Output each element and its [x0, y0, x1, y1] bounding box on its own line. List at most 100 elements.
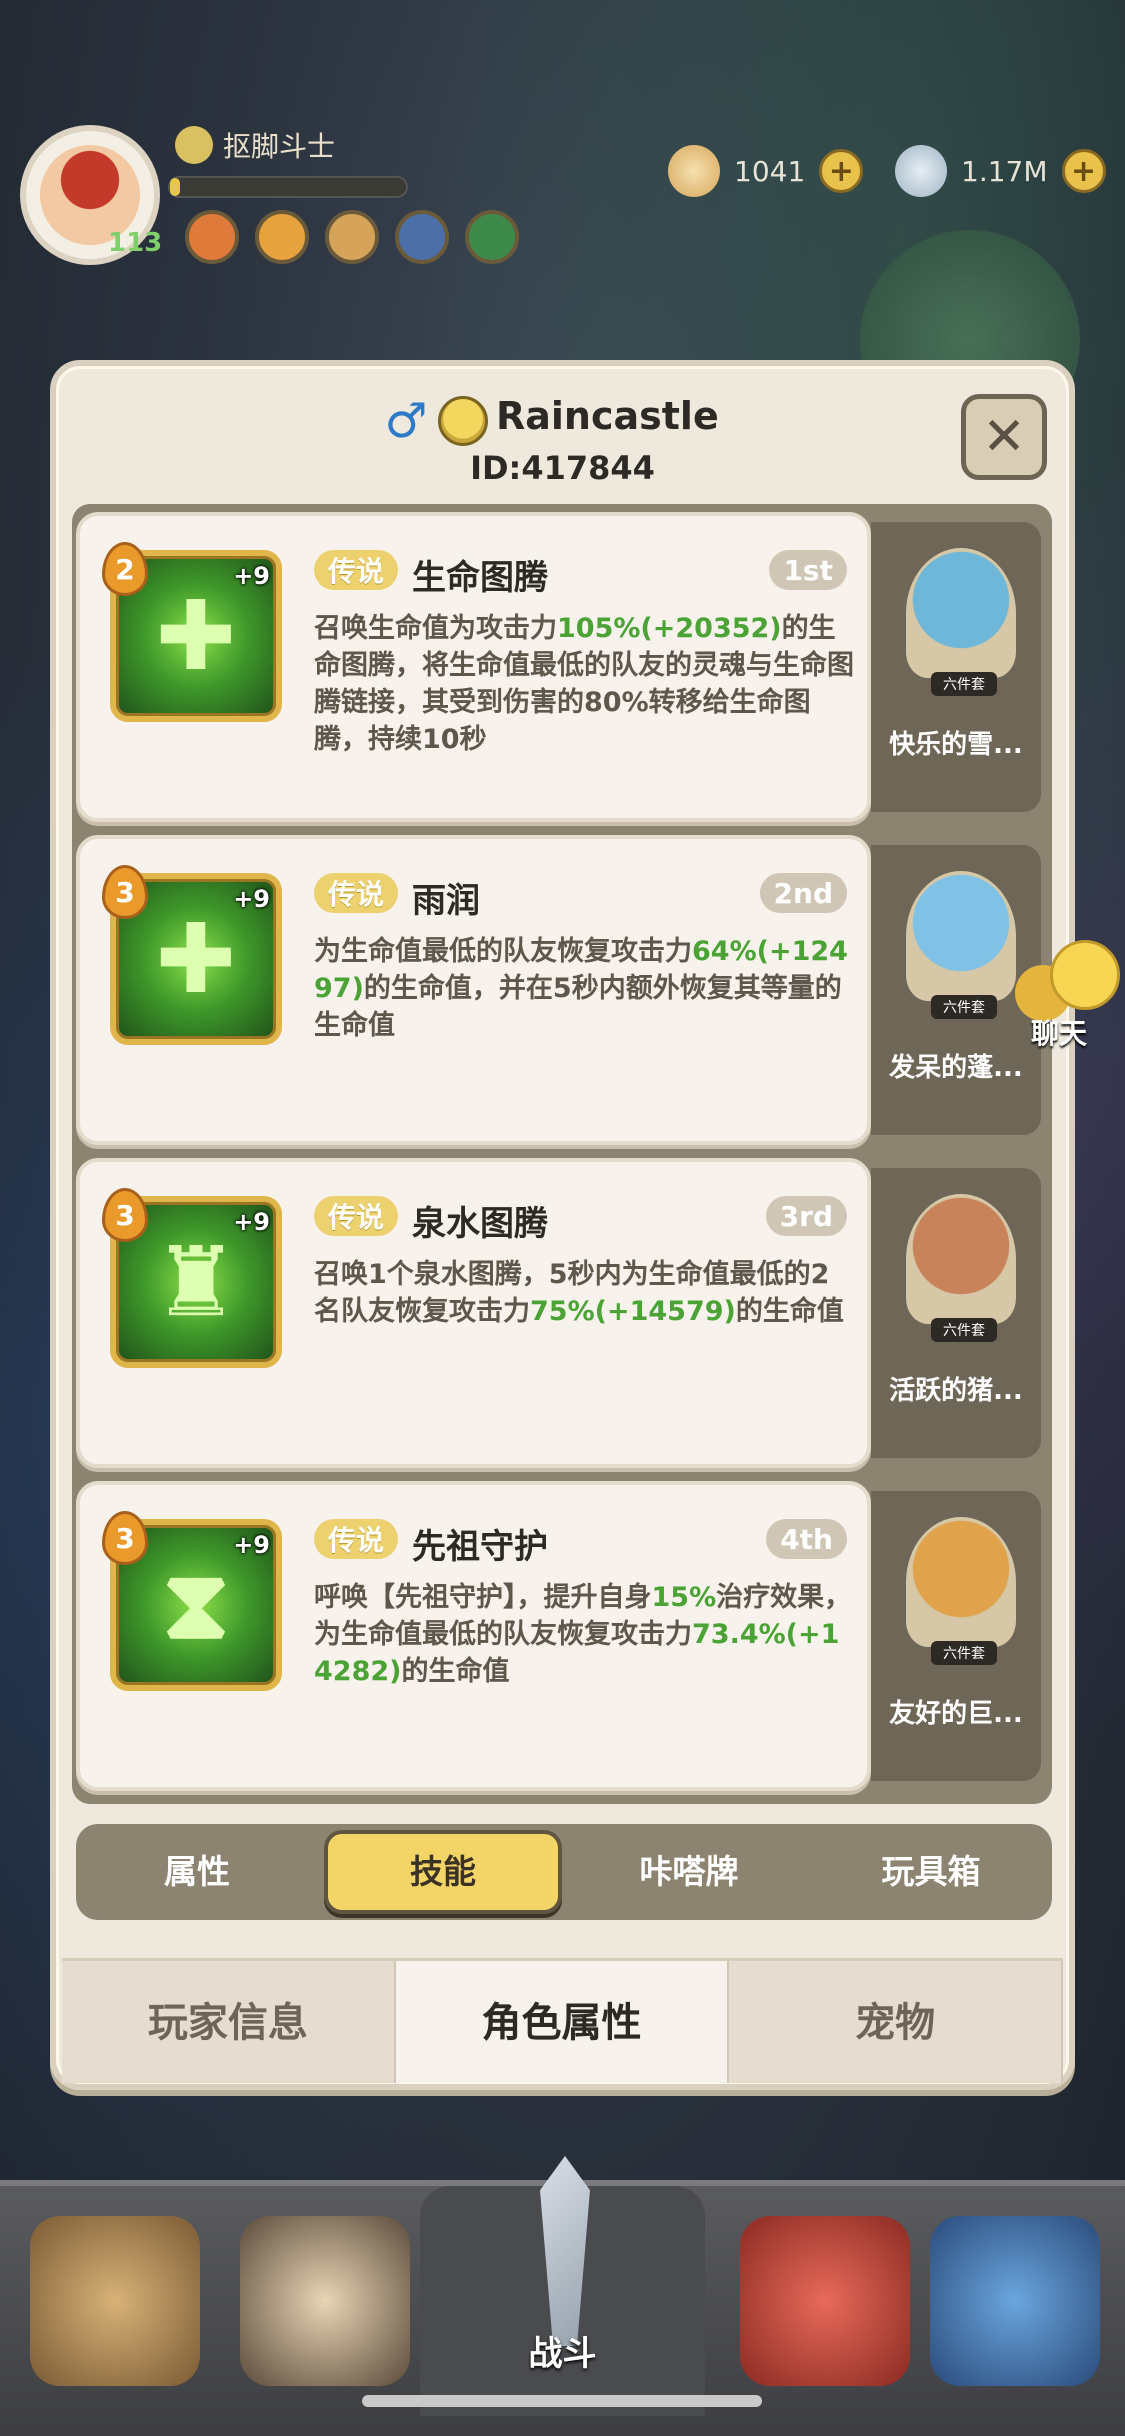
pet-name: 活跃的猪... — [889, 1376, 1023, 1406]
skill-description: 为生命值最低的队友恢复攻击力64%(+12497)的生命值，并在5秒内额外恢复其… — [314, 933, 854, 1044]
player-title-emoji-icon — [438, 396, 488, 446]
skill-name: 雨润 — [412, 881, 480, 921]
shell-currency-icon — [668, 145, 720, 197]
panel-header: ♂ Raincastle ID:417844 ✕ — [56, 366, 1069, 496]
male-gender-icon: ♂ — [384, 393, 428, 449]
buff-badge-icon[interactable] — [185, 210, 239, 264]
currency-shell: 1041 + — [668, 145, 864, 197]
nav-hero-icon[interactable] — [240, 2216, 410, 2386]
currency-shell-value: 1041 — [734, 154, 806, 188]
skill-row[interactable]: ⧗ 3 +9 传说 先祖守护 4th 呼唤【先祖守护】，提升自身15%治疗效果，… — [76, 1481, 1046, 1791]
main-tab-bar: 玩家信息 角色属性 宠物 — [62, 1958, 1064, 2083]
main-tab[interactable]: 宠物 — [729, 1961, 1064, 2083]
nav-shop-icon[interactable] — [930, 2216, 1100, 2386]
ancestor-guard-icon[interactable]: ⧗ 3 +9 — [102, 1511, 282, 1691]
chat-face-icon — [1050, 940, 1120, 1010]
pet-card[interactable]: 六件套 活跃的猪... — [871, 1168, 1041, 1458]
home-indicator[interactable] — [362, 2395, 762, 2407]
pet-name: 发呆的蓬... — [889, 1053, 1023, 1083]
nav-pet-icon[interactable] — [740, 2216, 910, 2386]
skill-description: 召唤1个泉水图腾，5秒内为生命值最低的2名队友恢复攻击力75%(+14579)的… — [314, 1256, 854, 1330]
player-level: 113 — [108, 228, 163, 258]
nav-battle-label: 战斗 — [528, 2334, 597, 2374]
skill-name: 先祖守护 — [412, 1527, 548, 1567]
hud-username: 抠脚斗士 — [223, 130, 336, 163]
skill-name: 生命图腾 — [412, 558, 548, 598]
fountain-totem-icon[interactable]: ♜ 3 +9 — [102, 1188, 282, 1368]
skill-desc-value: 75%(+14579) — [530, 1296, 736, 1327]
skill-card[interactable]: ⧗ 3 +9 传说 先祖守护 4th 呼唤【先祖守护】，提升自身15%治疗效果，… — [76, 1481, 871, 1791]
pet-name: 友好的巨... — [889, 1699, 1023, 1729]
rarity-badge: 传说 — [314, 550, 399, 590]
skill-enhance-level: +9 — [233, 1208, 270, 1236]
skill-description: 呼唤【先祖守护】，提升自身15%治疗效果，为生命值最低的队友恢复攻击力73.4%… — [314, 1579, 854, 1690]
pet-card[interactable]: 六件套 快乐的雪... — [871, 522, 1041, 812]
skill-row[interactable]: ♜ 3 +9 传说 泉水图腾 3rd 召唤1个泉水图腾，5秒内为生命值最低的2名… — [76, 1158, 1046, 1468]
rarity-badge: 传说 — [314, 873, 399, 913]
nav-character-icon[interactable] — [30, 2216, 200, 2386]
skill-rank-tag: 2nd — [759, 873, 847, 913]
skill-enhance-level: +9 — [233, 1531, 270, 1559]
pet-figure-icon — [906, 1194, 1016, 1324]
skill-desc-text: 的生命值 — [401, 1656, 510, 1687]
main-tab[interactable]: 玩家信息 — [62, 1961, 396, 2083]
skill-card[interactable]: ✚ 3 +9 传说 雨润 2nd 为生命值最低的队友恢复攻击力64%(+1249… — [76, 835, 871, 1145]
sub-tab[interactable]: 属性 — [82, 1830, 312, 1914]
buff-badges — [185, 210, 519, 264]
pet-figure-icon — [906, 871, 1016, 1001]
buff-badge-icon[interactable] — [325, 210, 379, 264]
skill-list[interactable]: ✚ 2 +9 传说 生命图腾 1st 召唤生命值为攻击力105%(+20352)… — [72, 504, 1052, 1804]
skill-level-badge: 3 — [102, 1511, 148, 1565]
buff-badge-icon[interactable] — [255, 210, 309, 264]
player-name: Raincastle — [496, 394, 719, 438]
nav-battle-button[interactable]: 战斗 — [420, 2156, 705, 2416]
sub-tab-bar: 属性 技能 咔嗒牌 玩具箱 — [76, 1824, 1052, 1920]
pet-card[interactable]: 六件套 友好的巨... — [871, 1491, 1041, 1781]
rarity-badge: 传说 — [314, 1196, 399, 1236]
skill-desc-text: 的生命值 — [735, 1296, 844, 1327]
skill-desc-text: 召唤生命值为攻击力 — [314, 613, 557, 644]
skill-enhance-level: +9 — [233, 885, 270, 913]
heal-cross-icon[interactable]: ✚ 3 +9 — [102, 865, 282, 1045]
main-tab[interactable]: 角色属性 — [395, 1961, 730, 2083]
sub-tab[interactable]: 咔嗒牌 — [574, 1830, 804, 1914]
chat-button[interactable]: 聊天 — [1015, 940, 1125, 1050]
close-button[interactable]: ✕ — [961, 394, 1047, 480]
exp-bar — [168, 176, 408, 198]
pet-figure-icon — [906, 1517, 1016, 1647]
plus-totem-icon[interactable]: ✚ 2 +9 — [102, 542, 282, 722]
sub-tab[interactable]: 技能 — [324, 1830, 562, 1914]
pet-set-tag: 六件套 — [931, 1318, 997, 1342]
skill-card[interactable]: ✚ 2 +9 传说 生命图腾 1st 召唤生命值为攻击力105%(+20352)… — [76, 512, 871, 822]
skill-desc-text: 的生命值，并在5秒内额外恢复其等量的生命值 — [314, 973, 842, 1041]
sub-tab[interactable]: 玩具箱 — [816, 1830, 1046, 1914]
buff-badge-icon[interactable] — [465, 210, 519, 264]
rarity-badge: 传说 — [314, 1519, 399, 1559]
pearl-currency-icon — [895, 145, 947, 197]
skill-row[interactable]: ✚ 3 +9 传说 雨润 2nd 为生命值最低的队友恢复攻击力64%(+1249… — [76, 835, 1046, 1145]
skill-row[interactable]: ✚ 2 +9 传说 生命图腾 1st 召唤生命值为攻击力105%(+20352)… — [76, 512, 1046, 822]
add-pearl-button[interactable]: + — [1061, 149, 1106, 193]
skill-rank-tag: 3rd — [765, 1196, 847, 1236]
skill-rank-tag: 4th — [766, 1519, 847, 1559]
skill-enhance-level: +9 — [233, 562, 270, 590]
skill-name: 泉水图腾 — [412, 1204, 548, 1244]
pet-name: 快乐的雪... — [889, 730, 1023, 760]
player-profile-panel: ♂ Raincastle ID:417844 ✕ ✚ 2 +9 传说 生命图腾 … — [50, 360, 1075, 2090]
add-shell-button[interactable]: + — [819, 149, 864, 193]
skill-desc-text: 呼唤【先祖守护】，提升自身 — [314, 1582, 652, 1613]
currency-pearl-value: 1.17M — [961, 154, 1048, 188]
skill-desc-text: 为生命值最低的队友恢复攻击力 — [314, 936, 692, 967]
skill-description: 召唤生命值为攻击力105%(+20352)的生命图腾，将生命值最低的队友的灵魂与… — [314, 610, 854, 758]
title-emoji-icon — [175, 126, 213, 164]
pet-set-tag: 六件套 — [931, 995, 997, 1019]
skill-desc-value: 105%(+20352) — [557, 613, 782, 644]
chat-label: 聊天 — [1031, 1017, 1088, 1050]
pet-figure-icon — [906, 548, 1016, 678]
skill-card[interactable]: ♜ 3 +9 传说 泉水图腾 3rd 召唤1个泉水图腾，5秒内为生命值最低的2名… — [76, 1158, 871, 1468]
skill-desc-value: 15% — [651, 1582, 717, 1613]
skill-rank-tag: 1st — [769, 550, 847, 590]
skill-level-badge: 3 — [102, 1188, 148, 1242]
buff-badge-icon[interactable] — [395, 210, 449, 264]
pet-set-tag: 六件套 — [931, 672, 997, 696]
